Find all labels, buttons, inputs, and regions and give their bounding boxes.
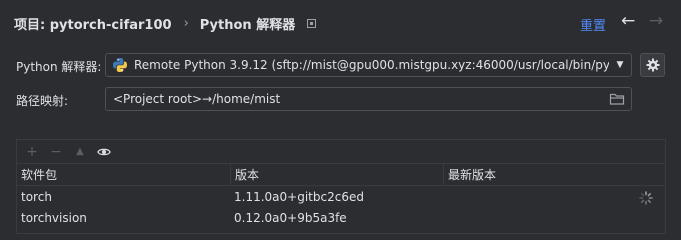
package-version: 1.11.0a0+gitbc2c6ed: [234, 189, 364, 204]
header-bar: 项目: pytorch-cifar100 › Python 解释器: [0, 0, 681, 46]
add-package-button: +: [26, 143, 38, 160]
interpreter-settings-button[interactable]: [640, 53, 665, 77]
package-name: torch: [21, 189, 52, 204]
back-arrow-icon[interactable]: ←: [621, 11, 635, 31]
packages-panel: + − ▲ 软件包 版本 最新版本 torch 1.11.0a0+gitbc2c…: [16, 139, 666, 234]
chevron-down-icon: ▼: [616, 60, 624, 70]
breadcrumb-page: Python 解释器: [199, 17, 296, 33]
eye-icon[interactable]: [97, 145, 111, 159]
breadcrumb-separator: ›: [183, 15, 189, 31]
path-mapping-field[interactable]: <Project root>→/home/mist: [105, 87, 632, 111]
column-header-latest-version[interactable]: 最新版本: [443, 164, 665, 185]
remove-package-button: −: [50, 143, 62, 160]
python-icon: [113, 58, 127, 72]
table-row[interactable]: torch 1.11.0a0+gitbc2c6ed: [17, 186, 665, 207]
reset-link[interactable]: 重置: [580, 15, 606, 34]
package-version: 0.12.0a0+9b5a3fe: [234, 210, 347, 225]
path-mapping-label: 路径映射:: [16, 94, 69, 108]
upgrade-package-button: ▲: [76, 146, 84, 157]
table-row[interactable]: torchvision 0.12.0a0+9b5a3fe: [17, 207, 665, 228]
package-name: torchvision: [21, 210, 87, 225]
interpreter-label: Python 解释器:: [16, 60, 102, 74]
breadcrumb-project[interactable]: 项目: pytorch-cifar100: [14, 14, 172, 33]
table-header: 软件包 版本 最新版本: [17, 164, 665, 186]
column-header-package[interactable]: 软件包: [17, 164, 230, 185]
path-mapping-value: <Project root>→/home/mist: [113, 92, 281, 106]
folder-icon[interactable]: [609, 91, 625, 107]
pin-icon[interactable]: [307, 18, 317, 28]
column-header-version[interactable]: 版本: [230, 164, 443, 185]
interpreter-value: Remote Python 3.9.12 (sftp://mist@gpu000…: [134, 58, 609, 72]
forward-arrow-icon: →: [649, 11, 664, 31]
loading-spinner-icon: [639, 191, 653, 205]
interpreter-dropdown[interactable]: Remote Python 3.9.12 (sftp://mist@gpu000…: [105, 53, 632, 77]
packages-toolbar: + − ▲: [17, 140, 665, 164]
gear-icon: [646, 58, 659, 72]
